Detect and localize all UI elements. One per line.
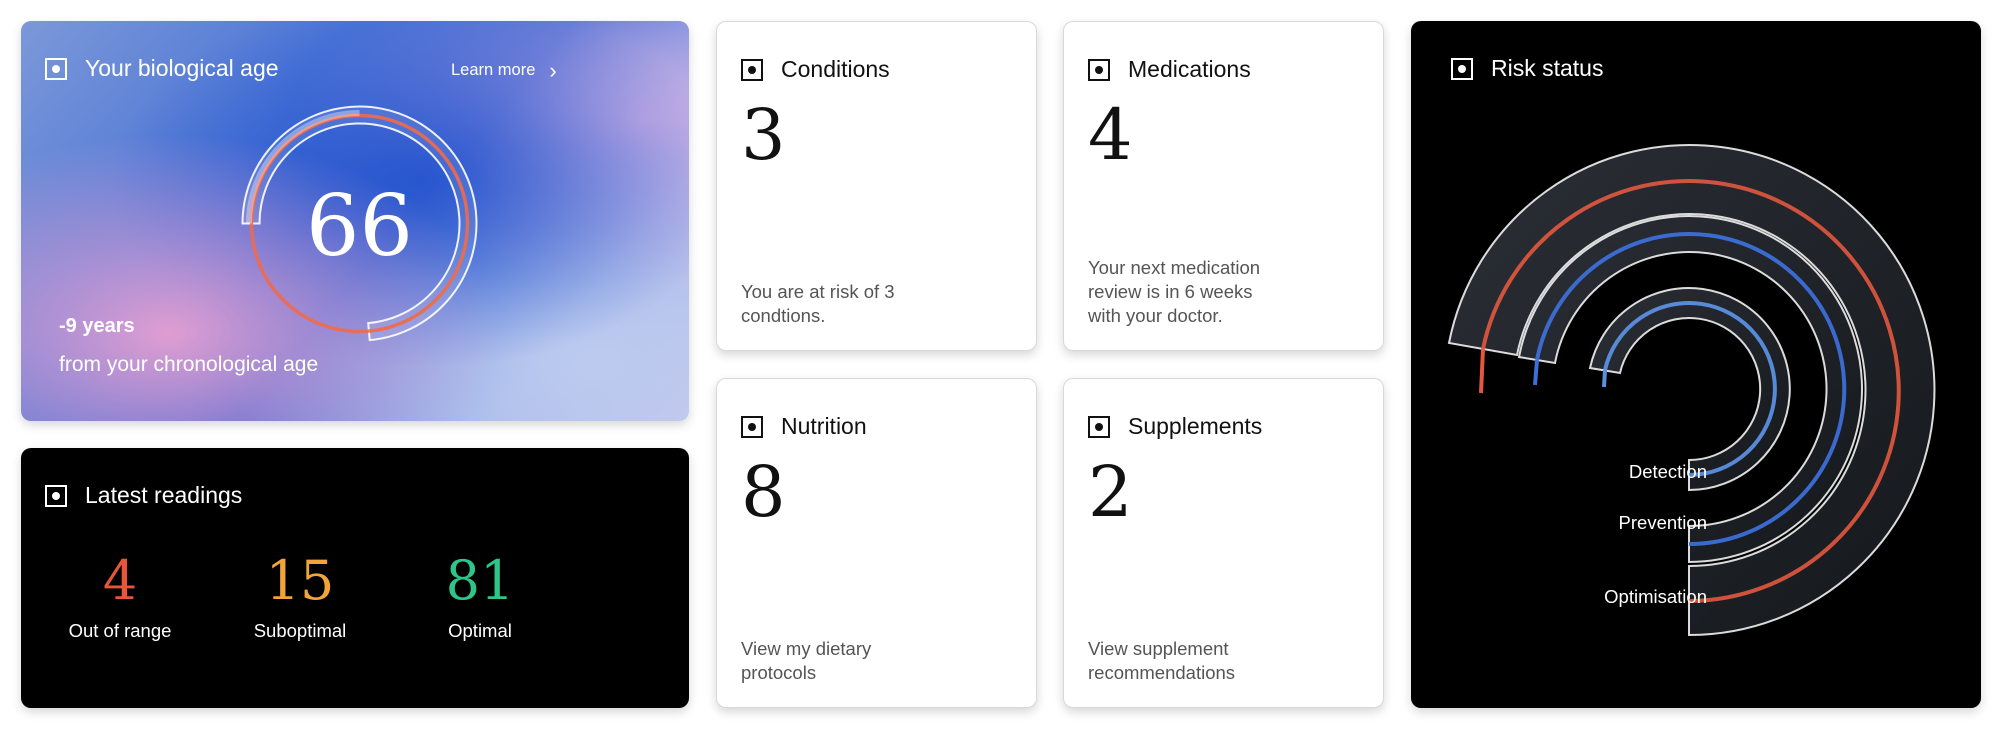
ring-label-optimisation: Optimisation: [1604, 586, 1707, 607]
risk-status-card[interactable]: Risk status Detection Prevention Optimis…: [1411, 21, 1981, 708]
target-square-icon: [45, 57, 67, 80]
supplements-count: 2: [1088, 451, 1133, 533]
reading-value: 81: [445, 549, 515, 612]
biological-age-value: 66: [306, 176, 413, 275]
age-delta: -9 years: [59, 315, 135, 337]
reading-label: Suboptimal: [253, 620, 347, 641]
card-title: Supplements: [1128, 413, 1263, 439]
reading-label: Out of range: [68, 620, 172, 641]
target-square-icon: [741, 58, 763, 81]
nutrition-link[interactable]: View my dietary protocols: [741, 637, 871, 685]
biological-age-card[interactable]: Your biological age Learn more › 66 -9 y…: [21, 21, 689, 421]
target-square-icon: [1088, 58, 1110, 81]
learn-more-link[interactable]: Learn more ›: [451, 57, 557, 83]
ring-prevention: [1517, 215, 1864, 564]
reading-label: Optimal: [448, 620, 512, 641]
reading-optimal[interactable]: 81 Optimal: [410, 548, 550, 642]
ring-label-detection: Detection: [1628, 461, 1707, 482]
nutrition-card[interactable]: Nutrition 8 View my dietary protocols: [716, 378, 1037, 708]
nutrition-count: 8: [741, 451, 786, 533]
reading-suboptimal[interactable]: 15 Suboptimal: [230, 548, 370, 642]
card-title: Your biological age: [85, 55, 279, 81]
ring-detection: [1588, 287, 1791, 492]
target-square-icon: [45, 484, 67, 507]
ring-label-prevention: Prevention: [1618, 512, 1707, 533]
card-title: Conditions: [781, 56, 890, 82]
medications-description: Your next medication review is in 6 week…: [1088, 257, 1261, 326]
card-header: Supplements: [1088, 413, 1262, 440]
conditions-description: You are at risk of 3 condtions.: [741, 281, 895, 326]
card-title: Medications: [1128, 56, 1251, 82]
reading-value: 15: [265, 549, 335, 612]
reading-out-of-range[interactable]: 4 Out of range: [50, 548, 190, 642]
latest-readings-card[interactable]: Latest readings 4 Out of range 15 Subopt…: [21, 448, 689, 708]
card-header: Conditions: [741, 56, 890, 83]
learn-more-label: Learn more: [451, 61, 536, 79]
chevron-right-icon: ›: [549, 57, 557, 83]
card-header: Your biological age: [45, 55, 279, 82]
card-header: Latest readings: [45, 482, 242, 509]
target-square-icon: [741, 415, 763, 438]
card-header: Medications: [1088, 56, 1251, 83]
conditions-count: 3: [741, 94, 786, 176]
card-title: Nutrition: [781, 413, 867, 439]
card-header: Nutrition: [741, 413, 867, 440]
medications-count: 4: [1088, 94, 1133, 176]
medications-card[interactable]: Medications 4 Your next medication revie…: [1063, 21, 1384, 351]
supplements-link[interactable]: View supplement recommendations: [1088, 637, 1235, 685]
reading-value: 4: [102, 549, 138, 612]
target-square-icon: [1088, 415, 1110, 438]
age-delta-caption: from your chronological age: [59, 353, 319, 376]
conditions-card[interactable]: Conditions 3 You are at risk of 3 condti…: [716, 21, 1037, 351]
supplements-card[interactable]: Supplements 2 View supplement recommenda…: [1063, 378, 1384, 708]
card-title: Latest readings: [85, 482, 243, 508]
